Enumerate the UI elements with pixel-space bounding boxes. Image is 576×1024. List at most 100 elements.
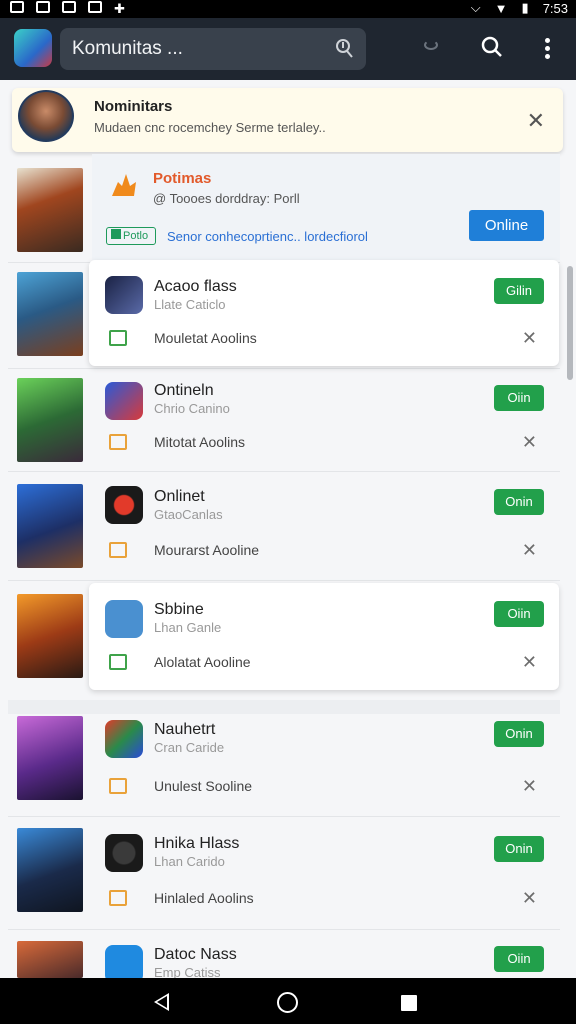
app-icon [105, 486, 143, 524]
status-bar: ✚ ⌵ ▼ ▮ 7:53 [0, 0, 576, 18]
game-thumbnail[interactable] [17, 272, 83, 356]
close-icon[interactable]: ✕ [527, 108, 545, 134]
game-thumbnail[interactable] [17, 168, 83, 252]
game-thumbnail[interactable] [17, 716, 83, 800]
folder-icon [109, 890, 127, 906]
promo-badge: Potlo [106, 227, 156, 245]
folder-icon [109, 542, 127, 558]
list-item[interactable]: Onlinet GtaoCanlas Onin Mourarst Aooline… [89, 476, 559, 579]
item-subtitle: GtaoCanlas [154, 507, 223, 522]
app-icon [105, 276, 143, 314]
search-icon[interactable] [481, 36, 503, 58]
close-icon[interactable]: ✕ [522, 432, 537, 453]
app-icon [105, 945, 143, 978]
game-thumbnail[interactable] [17, 941, 83, 978]
list-item[interactable]: Hnika Hlass Lhan Carido Onin Hinlaled Ao… [89, 822, 559, 928]
divider [8, 816, 560, 817]
item-subtitle: Cran Caride [154, 740, 225, 755]
plus-icon: ✚ [114, 1, 125, 16]
online-button[interactable]: Onin [494, 836, 544, 862]
item-tag: Alolatat Aooline [154, 654, 251, 670]
wifi-icon: ▼ [494, 0, 508, 16]
item-subtitle: Llate Caticlo [154, 297, 226, 312]
search-mic-icon[interactable] [334, 37, 354, 59]
sync-icon[interactable] [424, 40, 438, 50]
battery-icon: ▮ [521, 0, 529, 15]
item-tag: Mitotat Aoolins [154, 434, 246, 450]
divider [8, 471, 560, 472]
banner-title: Nominitars [94, 98, 173, 115]
list-item[interactable]: Datoc Nass Emp Catiss Oiin [89, 934, 559, 978]
item-name: Sbbine [154, 601, 204, 618]
system-nav-bar [0, 978, 576, 1024]
scrollbar[interactable] [567, 266, 573, 380]
back-icon[interactable] [154, 993, 169, 1011]
game-thumbnail[interactable] [17, 378, 83, 462]
app-icon [105, 382, 143, 420]
item-name: Onlinet [154, 488, 205, 505]
divider [8, 368, 560, 369]
promo-subtitle: @ Toooes dorddray: Porll [153, 191, 300, 206]
promo-link[interactable]: Senor conhecoprtienc.. lordecfiorol [167, 229, 368, 244]
divider [8, 580, 560, 581]
notification-banner[interactable]: Nominitars Mudaen cnc rocemchey Serme te… [12, 88, 563, 152]
game-thumbnail[interactable] [17, 828, 83, 912]
notification-icons: ✚ [10, 1, 125, 17]
app-logo-icon[interactable] [14, 29, 52, 67]
item-name: Hnika Hlass [154, 835, 240, 852]
item-tag: Hinlaled Aoolins [154, 890, 254, 906]
item-tag: Mourarst Aooline [154, 542, 260, 558]
more-options-icon[interactable] [545, 38, 551, 62]
item-name: Acaoo flass [154, 278, 237, 295]
online-button[interactable]: Oiin [494, 946, 544, 972]
item-name: Datoc Nass [154, 946, 237, 963]
divider [8, 700, 560, 714]
promo-card[interactable]: Potimas @ Toooes dorddray: Porll Potlo S… [92, 154, 560, 260]
clock: 7:53 [542, 0, 568, 16]
close-icon[interactable]: ✕ [522, 652, 537, 673]
online-button[interactable]: Online [469, 210, 544, 241]
avatar [18, 90, 74, 142]
search-text: Komunitas ... [72, 38, 183, 59]
list-item[interactable]: Nauhetrt Cran Caride Onin Unulest Soolin… [89, 714, 559, 816]
game-thumbnail[interactable] [17, 484, 83, 568]
item-subtitle: Lhan Ganle [154, 620, 222, 635]
close-icon[interactable]: ✕ [522, 540, 537, 561]
item-name: Nauhetrt [154, 721, 216, 738]
online-button[interactable]: Oiin [494, 385, 544, 411]
online-button[interactable]: Gilin [494, 278, 544, 304]
promo-title: Potimas [153, 170, 212, 187]
item-subtitle: Emp Catiss [154, 965, 221, 978]
notification-icon [36, 1, 50, 13]
promo-logo-icon [112, 174, 136, 196]
item-tag: Unulest Sooline [154, 778, 253, 794]
divider [8, 929, 560, 930]
close-icon[interactable]: ✕ [522, 328, 537, 349]
list-item[interactable]: Sbbine Lhan Ganle Oiin Alolatat Aooline … [89, 583, 559, 690]
item-tag: Mouletat Aoolins [154, 330, 257, 346]
list-item[interactable]: Ontineln Chrio Canino Oiin Mitotat Aooli… [89, 372, 559, 470]
list-item[interactable]: Acaoo flass Llate Caticlo Gilin Mouletat… [89, 260, 559, 366]
app-icon [105, 600, 143, 638]
signal-icon: ⌵ [470, 0, 481, 15]
folder-icon [109, 654, 127, 670]
online-button[interactable]: Onin [494, 721, 544, 747]
online-button[interactable]: Oiin [494, 601, 544, 627]
recent-apps-icon[interactable] [401, 995, 417, 1011]
notification-icon [88, 1, 102, 13]
close-icon[interactable]: ✕ [522, 888, 537, 909]
folder-icon [109, 778, 127, 794]
close-icon[interactable]: ✕ [522, 776, 537, 797]
search-field[interactable]: Komunitas ... [60, 28, 366, 70]
folder-icon [109, 330, 127, 346]
app-icon [105, 720, 143, 758]
notification-icon [62, 1, 76, 13]
banner-subtitle: Mudaen cnc rocemchey Serme terlaley.. [94, 120, 326, 135]
notification-icon [10, 1, 24, 13]
item-subtitle: Chrio Canino [154, 401, 230, 416]
game-thumbnail[interactable] [17, 594, 83, 678]
home-icon[interactable] [277, 992, 298, 1013]
item-name: Ontineln [154, 382, 214, 399]
check-icon [111, 229, 121, 239]
online-button[interactable]: Onin [494, 489, 544, 515]
